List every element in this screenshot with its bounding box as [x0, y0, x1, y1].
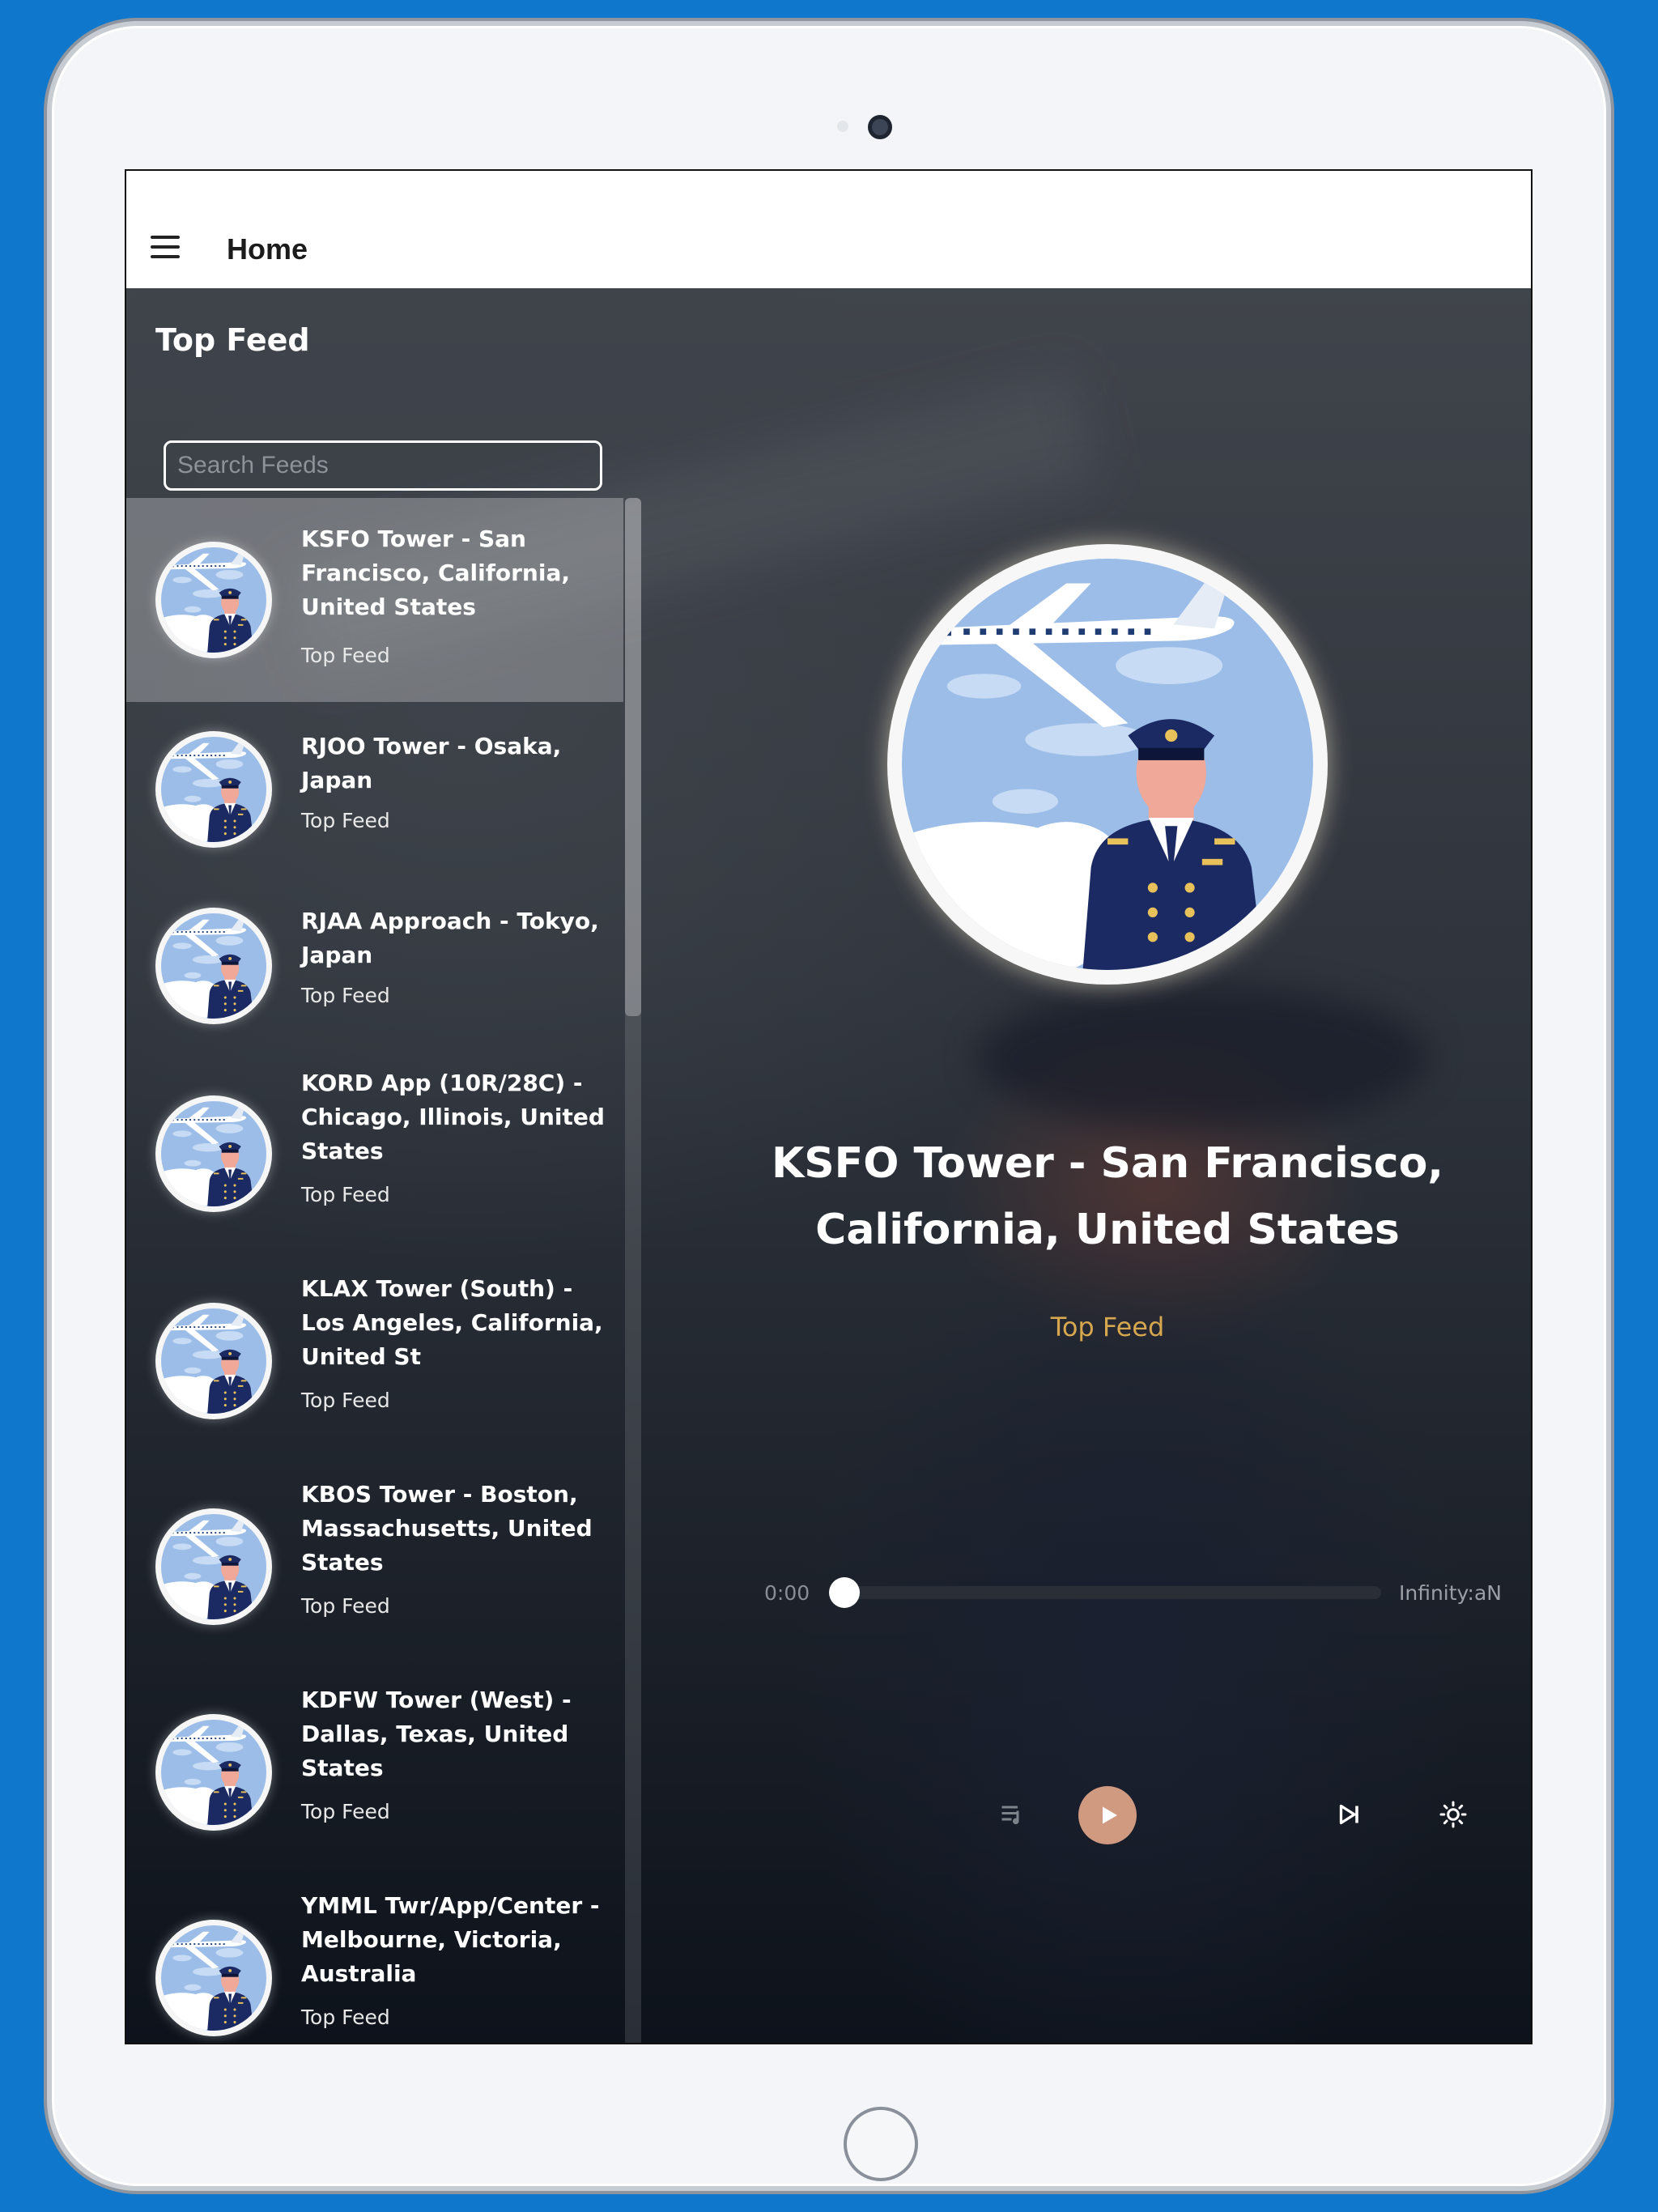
feed-category: Top Feed [301, 2006, 390, 2029]
feed-name: KORD App (10R/28C) - Chicago, Illinois, … [301, 1070, 605, 1164]
list-item[interactable]: RJOO Tower - Osaka, Japan Top Feed [126, 702, 623, 878]
background-blur [976, 985, 1430, 1130]
feed-thumbnail [155, 1920, 272, 2036]
feed-name: KSFO Tower - San Francisco, California, … [301, 525, 570, 620]
feed-category: Top Feed [301, 1594, 390, 1618]
feed-category: Top Feed [301, 1800, 390, 1823]
feed-thumbnail [155, 1095, 272, 1212]
feed-name: KBOS Tower - Boston, Massachusetts, Unit… [301, 1481, 593, 1576]
scrollbar[interactable] [625, 498, 641, 2043]
feed-name: KLAX Tower (South) - Los Angeles, Califo… [301, 1275, 603, 1370]
progress-knob[interactable] [829, 1577, 860, 1608]
feed-category: Top Feed [301, 644, 390, 667]
front-camera [868, 115, 892, 139]
feed-thumbnail [155, 1303, 272, 1419]
feed-category: Top Feed [301, 809, 390, 832]
scrollbar-thumb[interactable] [625, 498, 641, 1016]
feed-name: RJAA Approach - Tokyo, Japan [301, 908, 599, 968]
menu-icon[interactable] [151, 236, 180, 258]
list-item[interactable]: YMML Twr/App/Center - Melbourne, Victori… [126, 1878, 623, 2043]
brightness-icon[interactable] [1433, 1794, 1473, 1835]
page-title: Home [227, 232, 308, 266]
now-playing-category: Top Feed [1050, 1312, 1165, 1342]
feed-thumbnail [155, 731, 272, 848]
proximity-sensor [837, 121, 848, 132]
feed-name: KDFW Tower (West) - Dallas, Texas, Unite… [301, 1687, 572, 1781]
list-item[interactable]: RJAA Approach - Tokyo, Japan Top Feed [126, 878, 623, 1055]
feed-category: Top Feed [301, 984, 390, 1007]
list-item[interactable]: KORD App (10R/28C) - Chicago, Illinois, … [126, 1055, 623, 1261]
play-button[interactable] [1078, 1786, 1137, 1844]
feed-thumbnail [155, 1714, 272, 1831]
feed-list: KSFO Tower - San Francisco, California, … [126, 498, 623, 2043]
list-item[interactable]: KBOS Tower - Boston, Massachusetts, Unit… [126, 1466, 623, 1672]
home-button[interactable] [844, 2107, 918, 2181]
now-playing-title: KSFO Tower - San Francisco, California, … [771, 1139, 1444, 1254]
feed-thumbnail [155, 1508, 272, 1625]
duration: Infinity:aN [1399, 1581, 1502, 1605]
skip-next-icon[interactable] [1329, 1794, 1370, 1835]
play-icon [1103, 1806, 1117, 1824]
album-art [887, 544, 1328, 985]
list-item[interactable]: KDFW Tower (West) - Dallas, Texas, Unite… [126, 1672, 623, 1878]
app-bar: Home [126, 171, 1531, 288]
search-input[interactable] [164, 440, 602, 491]
feed-name: YMML Twr/App/Center - Melbourne, Victori… [301, 1892, 600, 1987]
progress-bar[interactable] [831, 1586, 1381, 1599]
feed-category: Top Feed [301, 1389, 390, 1412]
feed-thumbnail [155, 542, 272, 658]
app-screen: Home Top Feed KSFO Tower - San Francisco… [125, 169, 1533, 2044]
list-item[interactable]: KSFO Tower - San Francisco, California, … [126, 498, 623, 702]
feed-category: Top Feed [301, 1183, 390, 1206]
feed-name: RJOO Tower - Osaka, Japan [301, 733, 562, 793]
current-time: 0:00 [764, 1581, 810, 1605]
feed-thumbnail [155, 908, 272, 1024]
panel-title: Top Feed [155, 322, 310, 358]
list-item[interactable]: KLAX Tower (South) - Los Angeles, Califo… [126, 1261, 623, 1466]
playlist-icon[interactable] [993, 1794, 1033, 1835]
main-content: Top Feed KSFO Tower - San Francisco, Cal… [126, 288, 1531, 2043]
